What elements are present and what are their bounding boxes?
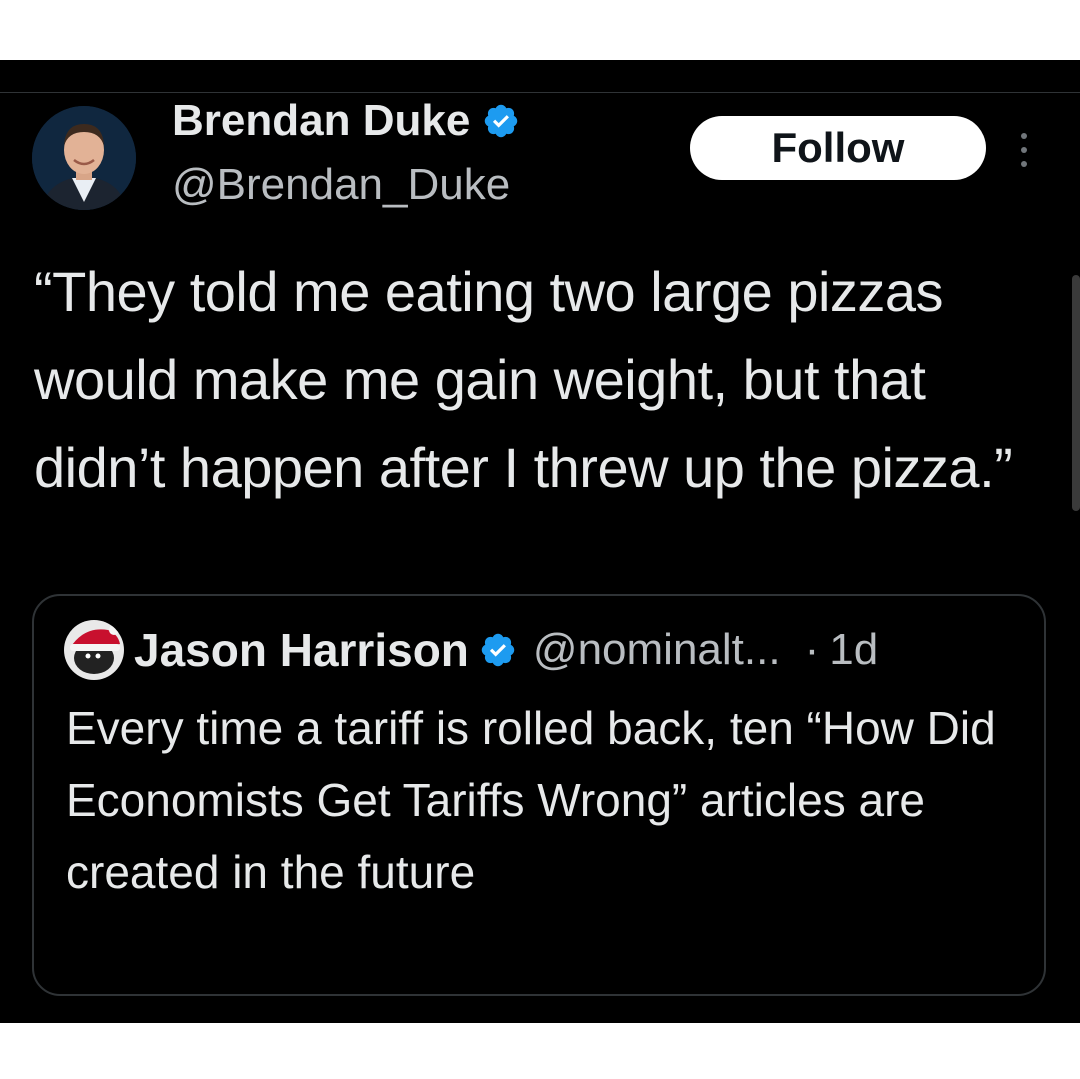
quoted-tweet-header: Jason Harrison @nominalt... · 1d (64, 620, 878, 680)
quoted-author-handle[interactable]: @nominalt... (533, 625, 781, 675)
scrollbar-thumb[interactable] (1072, 275, 1080, 511)
author-name[interactable]: Brendan Duke (172, 96, 470, 146)
tweet-text: “They told me eating two large pizzas wo… (34, 260, 1013, 499)
quoted-tweet-card[interactable]: Jason Harrison @nominalt... · 1d Every t… (32, 594, 1046, 996)
quoted-time-separator: · (804, 625, 820, 674)
tweet-screen: Brendan Duke @Brendan_Duke Follow “They … (0, 60, 1080, 1023)
follow-button[interactable]: Follow (690, 116, 986, 180)
author-name-row[interactable]: Brendan Duke (172, 96, 520, 146)
quoted-author-avatar[interactable] (64, 620, 124, 680)
more-options-icon[interactable] (1012, 130, 1036, 170)
quoted-tweet-text: Every time a tariff is rolled back, ten … (66, 702, 996, 898)
top-divider (0, 92, 1080, 93)
verified-badge-icon (485, 104, 518, 138)
author-avatar[interactable] (32, 106, 136, 210)
quoted-author-name[interactable]: Jason Harrison (134, 623, 469, 677)
quoted-timestamp[interactable]: 1d (829, 625, 878, 675)
verified-badge-icon (481, 633, 515, 667)
author-handle[interactable]: @Brendan_Duke (172, 160, 510, 210)
